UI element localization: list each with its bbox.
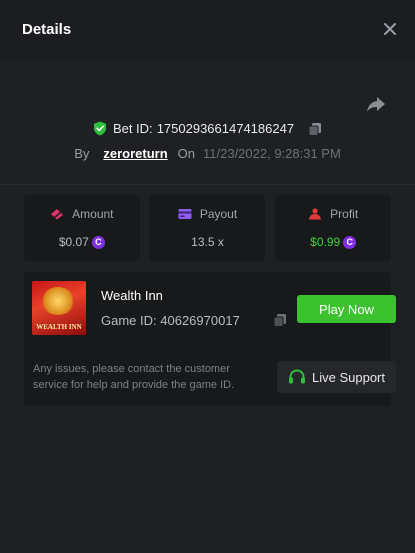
thumbnail-title: WEALTH INN <box>36 323 82 331</box>
thumbnail-art <box>40 287 76 315</box>
stat-amount-label: Amount <box>72 207 114 221</box>
copy-bet-id-button[interactable] <box>308 122 322 136</box>
currency-coin-icon: C <box>91 235 105 249</box>
stat-amount-header: Amount <box>50 207 114 221</box>
bet-id-value: 1750293661474186247 <box>156 121 295 136</box>
modal-title: Details <box>22 20 72 38</box>
share-button[interactable] <box>365 93 387 115</box>
support-message: Any issues, please contact the customer … <box>33 363 235 391</box>
stat-profit-value: $0.99 <box>310 235 341 249</box>
coins-icon <box>51 209 64 220</box>
share-icon <box>367 97 385 112</box>
game-name: Wealth Inn <box>101 288 163 303</box>
bet-author-row: By zeroreturn On 11/23/2022, 9:28:31 PM <box>0 146 415 161</box>
bet-stats: Amount $0.07 C Payout 13.5 x Profit $0.9… <box>24 195 392 261</box>
card-icon <box>178 209 192 219</box>
currency-coin-icon: C <box>343 235 357 249</box>
profit-person-icon <box>309 208 322 220</box>
stat-payout: Payout 13.5 x <box>149 195 266 261</box>
divider <box>0 184 415 185</box>
game-card: WEALTH INN Wealth Inn Game ID: 406269700… <box>24 272 396 406</box>
stat-profit-value-row: $0.99 C <box>310 235 357 249</box>
stat-amount: Amount $0.07 C <box>24 195 140 261</box>
username-link[interactable]: zeroreturn <box>103 146 167 161</box>
stat-payout-label: Payout <box>199 207 238 221</box>
bet-id-row: Bet ID: 1750293661474186247 <box>0 121 415 136</box>
headset-icon <box>289 369 305 384</box>
close-icon <box>384 23 396 35</box>
game-thumbnail[interactable]: WEALTH INN <box>32 281 86 335</box>
stat-profit-label: Profit <box>330 207 359 221</box>
copy-game-id-button[interactable] <box>273 313 287 327</box>
stat-payout-header: Payout <box>178 207 237 221</box>
live-support-button[interactable]: Live Support <box>277 361 396 393</box>
game-id-label: Game ID: <box>101 313 157 328</box>
stat-profit: Profit $0.99 C <box>275 195 392 261</box>
stat-amount-value: $0.07 <box>58 235 89 249</box>
copy-icon <box>273 314 286 327</box>
game-id-value: 40626970017 <box>160 313 240 328</box>
copy-icon <box>308 122 322 136</box>
close-button[interactable] <box>379 18 401 40</box>
stat-profit-header: Profit <box>308 207 358 221</box>
bet-id-label: Bet ID: <box>112 121 153 136</box>
stat-payout-value-row: 13.5 x <box>191 235 224 249</box>
stat-payout-value: 13.5 x <box>191 235 224 249</box>
play-now-button[interactable]: Play Now <box>297 295 396 323</box>
game-id-row: Game ID: 40626970017 <box>101 313 240 328</box>
bet-details-modal: Details Bet ID: 1750293661474186247 By z… <box>0 0 415 553</box>
modal-header: Details <box>0 0 415 58</box>
live-support-label: Live Support <box>312 369 385 385</box>
bet-timestamp: 11/23/2022, 9:28:31 PM <box>203 146 341 161</box>
stat-amount-value-row: $0.07 C <box>59 235 105 249</box>
on-label: On <box>177 146 195 161</box>
by-label: By <box>74 146 90 161</box>
verified-shield-icon <box>93 121 106 136</box>
